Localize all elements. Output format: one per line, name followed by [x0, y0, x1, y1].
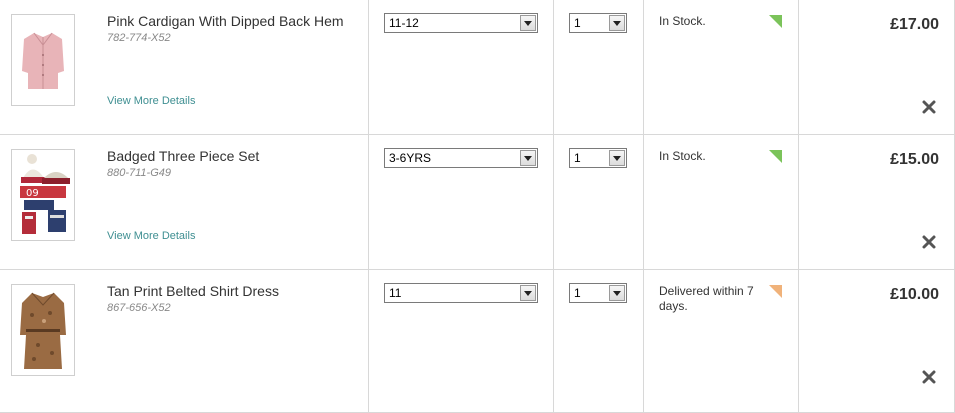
chevron-down-icon[interactable]	[520, 15, 536, 31]
item-price: £10.00	[890, 286, 939, 303]
size-select[interactable]: 11	[384, 283, 538, 303]
product-code: 880-711-G49	[107, 167, 172, 179]
basket-table: Pink Cardigan With Dipped Back Hem 782-7…	[0, 0, 955, 413]
remove-item-button[interactable]	[921, 99, 937, 115]
quantity-select[interactable]: 1	[569, 13, 627, 33]
view-more-details-link[interactable]: View More Details	[107, 95, 195, 107]
remove-item-button[interactable]	[921, 234, 937, 250]
product-image[interactable]: 09	[11, 149, 75, 241]
tan-dress-image	[12, 285, 74, 375]
basket-row: Pink Cardigan With Dipped Back Hem 782-7…	[0, 0, 955, 135]
size-value: 11	[389, 286, 402, 300]
chevron-down-icon[interactable]	[609, 150, 625, 166]
hat-scarf-gloves-image: 09	[12, 150, 74, 240]
quantity-select[interactable]: 1	[569, 283, 627, 303]
product-title[interactable]: Tan Print Belted Shirt Dress	[107, 283, 279, 299]
close-icon	[922, 100, 936, 114]
quantity-value: 1	[574, 286, 581, 300]
product-code: 867-656-X52	[107, 302, 171, 314]
item-price: £15.00	[890, 151, 939, 168]
size-select[interactable]: 11-12	[384, 13, 538, 33]
chevron-down-icon[interactable]	[609, 285, 625, 301]
size-value: 3-6YRS	[389, 151, 432, 165]
quantity-select[interactable]: 1	[569, 148, 627, 168]
product-title[interactable]: Badged Three Piece Set	[107, 148, 259, 164]
stock-indicator-icon	[769, 150, 782, 163]
view-more-details-link[interactable]: View More Details	[107, 230, 195, 242]
size-select[interactable]: 3-6YRS	[384, 148, 538, 168]
chevron-down-icon[interactable]	[520, 285, 536, 301]
stock-indicator-icon	[769, 15, 782, 28]
stock-status: In Stock.	[659, 149, 706, 163]
close-icon	[922, 235, 936, 249]
quantity-value: 1	[574, 151, 581, 165]
chevron-down-icon[interactable]	[520, 150, 536, 166]
item-price: £17.00	[890, 16, 939, 33]
size-value: 11-12	[389, 16, 419, 30]
svg-text:09: 09	[26, 188, 39, 199]
basket-row: Tan Print Belted Shirt Dress 867-656-X52…	[0, 270, 955, 413]
quantity-value: 1	[574, 16, 581, 30]
basket-row: 09 Badged Three Piece Set 880-711-G49 Vi…	[0, 135, 955, 270]
stock-indicator-icon	[769, 285, 782, 298]
chevron-down-icon[interactable]	[609, 15, 625, 31]
product-image[interactable]	[11, 284, 75, 376]
close-icon	[922, 370, 936, 384]
stock-status: Delivered within 7 days.	[659, 284, 754, 313]
pink-cardigan-image	[12, 15, 74, 105]
remove-item-button[interactable]	[921, 369, 937, 385]
stock-status: In Stock.	[659, 14, 706, 28]
product-image[interactable]	[11, 14, 75, 106]
product-title[interactable]: Pink Cardigan With Dipped Back Hem	[107, 13, 344, 29]
product-code: 782-774-X52	[107, 32, 171, 44]
